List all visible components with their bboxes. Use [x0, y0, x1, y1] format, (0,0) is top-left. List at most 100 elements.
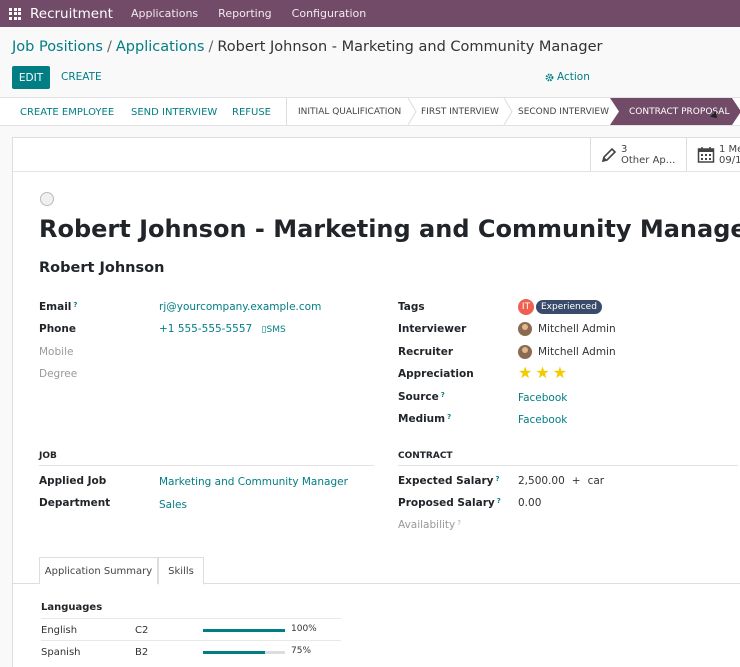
source-label: Source?: [398, 391, 445, 403]
skill-name[interactable]: English: [41, 625, 77, 636]
breadcrumb-separator: /: [106, 39, 112, 55]
medium-label: Medium?: [398, 413, 452, 425]
calendar-icon: [697, 146, 715, 163]
skill-progress-fill: [203, 629, 285, 632]
email-label: Email?: [39, 301, 78, 313]
availability-label: Availability?: [398, 519, 461, 531]
help-icon[interactable]: ?: [457, 519, 461, 527]
star-icon[interactable]: ★: [518, 363, 532, 382]
gear-icon: [545, 73, 554, 81]
recruiter-field[interactable]: Mitchell Admin: [518, 345, 616, 359]
contract-section-title: CONTRACT: [398, 451, 453, 461]
help-icon[interactable]: ?: [441, 391, 445, 399]
skill-group-languages: Languages: [41, 602, 103, 613]
refuse-button[interactable]: REFUSE: [232, 107, 271, 118]
skill-progress-label: 75%: [291, 646, 312, 656]
smart-button-box: 3Other Ap... 1 Me09/1: [13, 138, 740, 172]
edit-button[interactable]: EDIT: [12, 66, 50, 89]
skill-level[interactable]: B2: [135, 647, 148, 658]
form-sheet: 3Other Ap... 1 Me09/1 Robert Johnson - M…: [12, 137, 740, 667]
meetings-count: 1 Me: [719, 143, 740, 155]
expected-salary-field[interactable]: 2,500.00 + car: [518, 475, 604, 487]
meetings-button[interactable]: 1 Me09/1: [686, 138, 740, 171]
appreciation-label: Appreciation: [398, 368, 474, 380]
meetings-date: 09/1: [719, 154, 740, 166]
stage-second-interview[interactable]: SECOND INTERVIEW: [518, 107, 609, 117]
applied-job-field[interactable]: Marketing and Community Manager: [159, 476, 348, 488]
star-icon[interactable]: ★: [553, 363, 567, 382]
status-bar: CREATE EMPLOYEE SEND INTERVIEW REFUSE IN…: [0, 97, 740, 126]
stage-chevron: [407, 98, 417, 125]
other-applications-label: Other Ap...: [621, 154, 676, 166]
interviewer-field[interactable]: Mitchell Admin: [518, 322, 616, 336]
tags-label: Tags: [398, 301, 425, 313]
contract-section-divider: [398, 465, 738, 466]
skill-progress-label: 100%: [291, 624, 317, 634]
skill-row-divider: [41, 640, 341, 641]
stage-initial-qualification[interactable]: INITIAL QUALIFICATION: [298, 107, 401, 117]
department-label: Department: [39, 497, 111, 509]
phone-link[interactable]: +1 555-555-5557: [159, 323, 252, 335]
tags-field[interactable]: IT Experienced: [518, 299, 602, 315]
recruiter-label: Recruiter: [398, 346, 454, 358]
skill-progress-bar: [203, 651, 285, 654]
create-button[interactable]: CREATE: [61, 71, 102, 83]
other-applications-button[interactable]: 3 Other Ap...: [590, 138, 686, 171]
breadcrumb-current: Robert Johnson - Marketing and Community…: [217, 39, 603, 55]
breadcrumb: Job Positions / Applications / Robert Johnso…: [12, 39, 602, 55]
mobile-label: Mobile: [39, 346, 74, 358]
applied-job-label: Applied Job: [39, 475, 107, 487]
email-field[interactable]: rj@yourcompany.example.com: [159, 301, 321, 313]
menu-reporting[interactable]: Reporting: [218, 7, 271, 20]
breadcrumb-job-positions[interactable]: Job Positions: [12, 39, 103, 55]
degree-label: Degree: [39, 368, 78, 380]
send-interview-button[interactable]: SEND INTERVIEW: [131, 107, 217, 118]
partner-name[interactable]: Robert Johnson: [39, 260, 164, 276]
sms-button[interactable]: ▯SMS: [262, 325, 286, 335]
app-brand[interactable]: Recruitment: [30, 6, 113, 22]
other-applications-count: 3: [621, 143, 628, 155]
breadcrumb-applications[interactable]: Applications: [116, 39, 205, 55]
medium-field[interactable]: Facebook: [518, 414, 567, 426]
help-icon[interactable]: ?: [447, 413, 451, 421]
help-icon[interactable]: ?: [73, 301, 77, 309]
skill-level[interactable]: C2: [135, 625, 148, 636]
department-field[interactable]: Sales: [159, 499, 187, 511]
phone-field: +1 555-555-5557 ▯SMS: [159, 323, 286, 335]
proposed-salary-field[interactable]: 0.00: [518, 497, 541, 509]
top-navbar: Recruitment Applications Reporting Confi…: [0, 0, 740, 27]
job-section-title: JOB: [39, 451, 57, 461]
help-icon[interactable]: ?: [497, 497, 501, 505]
job-section-divider: [39, 465, 374, 466]
apps-menu-icon[interactable]: [9, 7, 21, 20]
skill-name[interactable]: Spanish: [41, 647, 81, 658]
notebook-tabs: Application Summary Skills: [13, 557, 740, 585]
tag-it[interactable]: IT: [518, 299, 534, 315]
menu-configuration[interactable]: Configuration: [292, 7, 367, 20]
interviewer-label: Interviewer: [398, 323, 467, 335]
avatar: [518, 322, 532, 336]
skill-row-divider: [41, 618, 341, 619]
skill-progress-fill: [203, 651, 265, 654]
stage-pipeline: INITIAL QUALIFICATION FIRST INTERVIEW SE…: [286, 98, 740, 125]
create-employee-button[interactable]: CREATE EMPLOYEE: [20, 107, 114, 118]
proposed-salary-label: Proposed Salary?: [398, 497, 501, 509]
applicant-title[interactable]: Robert Johnson - Marketing and Community…: [39, 215, 740, 243]
priority-toggle[interactable]: [40, 192, 54, 206]
skill-progress-bar: [203, 629, 285, 632]
action-label: Action: [557, 71, 590, 83]
menu-applications[interactable]: Applications: [131, 7, 198, 20]
stage-first-interview[interactable]: FIRST INTERVIEW: [421, 107, 499, 117]
avatar: [518, 345, 532, 359]
help-icon[interactable]: ?: [495, 475, 499, 483]
stage-chevron: [503, 98, 513, 125]
star-icon[interactable]: ★: [535, 363, 549, 382]
tab-skills[interactable]: Skills: [158, 557, 204, 585]
appreciation-stars: ★ ★ ★: [518, 363, 570, 382]
expected-salary-label: Expected Salary?: [398, 475, 500, 487]
tag-experienced[interactable]: Experienced: [536, 300, 602, 314]
tab-application-summary[interactable]: Application Summary: [39, 557, 158, 584]
pencil-icon: [601, 147, 617, 162]
source-field[interactable]: Facebook: [518, 392, 567, 404]
action-menu[interactable]: Action: [545, 71, 590, 83]
